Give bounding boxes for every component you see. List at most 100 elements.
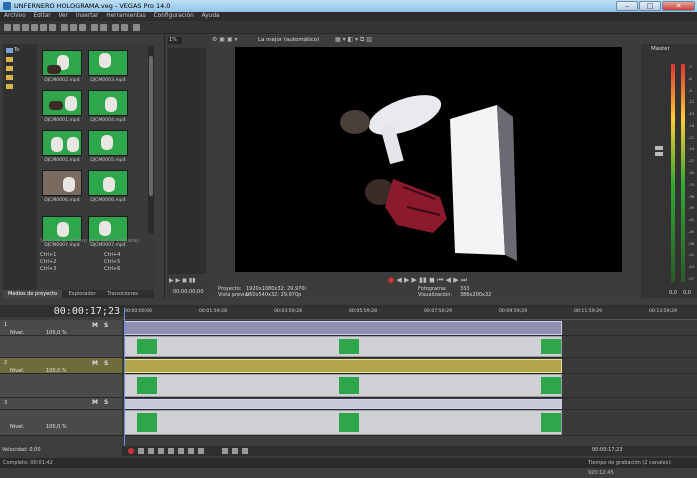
paste-icon[interactable] [79, 24, 86, 31]
audio-clip-selected[interactable] [124, 359, 562, 373]
go-end-icon[interactable] [198, 448, 204, 454]
video-track-header-1[interactable] [0, 336, 122, 358]
trimmer-view[interactable] [168, 48, 206, 274]
redo-icon[interactable] [100, 24, 107, 31]
render-icon[interactable] [40, 24, 47, 31]
maximize-button[interactable]: □ [639, 1, 661, 11]
project-root-icon[interactable] [6, 48, 13, 53]
video-track-header-3[interactable]: Nivel: 100,0 % [0, 410, 122, 436]
master-fader-right[interactable] [655, 152, 663, 156]
audio-lane-3[interactable] [122, 398, 697, 410]
preview-video-frame[interactable] [235, 47, 622, 272]
new-project-icon[interactable] [4, 24, 11, 31]
media-thumbnail[interactable] [42, 50, 82, 76]
play-icon[interactable] [158, 448, 164, 454]
menu-ver[interactable]: Ver [59, 13, 68, 19]
tab-transitions[interactable]: Transiciones [102, 290, 143, 298]
undo-icon[interactable] [91, 24, 98, 31]
folder-icon[interactable] [6, 57, 13, 62]
menu-ayuda[interactable]: Ayuda [202, 13, 220, 19]
folder-icon[interactable] [6, 84, 13, 89]
play-from-start-icon[interactable] [148, 448, 154, 454]
folder-icon[interactable] [6, 75, 13, 80]
cut-icon[interactable] [61, 24, 68, 31]
media-thumbnail[interactable] [88, 130, 128, 156]
enable-snapping-icon[interactable] [112, 24, 119, 31]
shortcut-ctrl1: Ctrl+1 [40, 252, 57, 258]
preview-transport-icons[interactable]: ● ◀ ▶ ▶ ▮▮ ◼ ⏮ ◀ ▶ ⏭ [388, 276, 467, 285]
copy-icon[interactable] [70, 24, 77, 31]
video-clip[interactable] [124, 336, 562, 357]
tree-root-label[interactable]: To [14, 47, 19, 53]
record-icon[interactable] [128, 448, 134, 454]
trimmer-zoom[interactable]: 1% [168, 37, 182, 44]
media-filename: DJCM0002.mp4 [44, 78, 80, 83]
meter-scale-label: -57 [688, 276, 695, 281]
shortcut-ctrl2: Ctrl+2 [40, 259, 57, 265]
media-filename: DJCM0006.mp4 [44, 198, 80, 203]
minimize-button[interactable]: – [616, 1, 638, 11]
media-thumbnail[interactable] [88, 90, 128, 116]
save-as-icon[interactable] [31, 24, 38, 31]
trimmer-transport-icons[interactable]: ▶ ▶ ◼ ▮▮ [169, 277, 196, 284]
mute-button[interactable]: M [92, 360, 98, 367]
video-lane-3[interactable] [122, 410, 697, 436]
media-thumbnail[interactable] [42, 90, 82, 116]
normal-edit-tool-icon[interactable] [222, 448, 228, 454]
video-clip[interactable] [124, 410, 562, 435]
open-icon[interactable] [13, 24, 20, 31]
video-lane-1[interactable] [122, 336, 697, 358]
media-thumbnail[interactable] [88, 170, 128, 196]
pause-icon[interactable] [168, 448, 174, 454]
auto-ripple-icon[interactable] [121, 24, 128, 31]
go-start-icon[interactable] [188, 448, 194, 454]
stop-icon[interactable] [178, 448, 184, 454]
menu-herramientas[interactable]: Herramientas [106, 13, 146, 19]
media-thumbnail[interactable] [88, 50, 128, 76]
media-filename: DJCM0004.mp4 [90, 118, 126, 123]
track-header-2[interactable]: 2 M S Nivel: 100,0 % [0, 358, 122, 374]
loop-icon[interactable] [138, 448, 144, 454]
master-bus-pane: Master -3 -6 -9 -12 -15 -18 -21 -24 -27 -30 -33 -36… [641, 44, 697, 298]
mute-button[interactable]: M [92, 322, 98, 329]
selection-tool-icon[interactable] [242, 448, 248, 454]
audio-clip[interactable] [124, 321, 562, 335]
audio-clip[interactable] [124, 399, 562, 409]
solo-button[interactable]: S [104, 360, 108, 367]
tab-project-media[interactable]: Medios de proyecto [3, 290, 63, 298]
playhead-cursor[interactable] [124, 308, 125, 446]
solo-button[interactable]: S [104, 399, 108, 406]
media-thumbnail[interactable] [42, 170, 82, 196]
menu-configuracion[interactable]: Configuración [154, 13, 194, 19]
meter-scale-label: -54 [688, 264, 695, 270]
preview-settings-icon[interactable]: ⚙ ▣ ▣ ▾ [212, 36, 237, 43]
master-fader-left[interactable] [655, 146, 663, 150]
media-scrollbar[interactable] [148, 46, 154, 234]
video-lane-2[interactable] [122, 374, 697, 398]
master-label: Master [651, 46, 670, 52]
track-number: 2 [4, 360, 8, 366]
menu-editar[interactable]: Editar [34, 13, 51, 19]
audio-lane-2[interactable] [122, 358, 697, 374]
save-icon[interactable] [22, 24, 29, 31]
help-icon[interactable] [133, 24, 140, 31]
properties-icon[interactable] [49, 24, 56, 31]
split-screen-icon[interactable]: ▦ ▾ ◧ ▾ ⧉ ▥ [335, 36, 372, 44]
close-button[interactable]: ✕ [662, 1, 695, 11]
preview-info-label: Vista previa: [218, 292, 250, 298]
media-thumbnail[interactable] [42, 130, 82, 156]
preview-quality-select[interactable]: La mejor (automático) [258, 37, 319, 43]
timeline-ruler[interactable]: 00:00:00;00 00:01:59;28 00:03:59;28 00:05:5… [122, 308, 697, 320]
folder-icon[interactable] [6, 66, 13, 71]
video-clip[interactable] [124, 374, 562, 397]
tab-explorer[interactable]: Explorador [64, 290, 101, 298]
track-header-1[interactable]: 1 M S Nivel: 100,0 % [0, 320, 122, 336]
menu-archivo[interactable]: Archivo [4, 13, 26, 19]
menu-insertar[interactable]: Insertar [76, 13, 99, 19]
mute-button[interactable]: M [92, 399, 98, 406]
solo-button[interactable]: S [104, 322, 108, 329]
video-track-header-2[interactable] [0, 374, 122, 398]
audio-lane-1[interactable] [122, 320, 697, 336]
envelope-tool-icon[interactable] [232, 448, 238, 454]
track-header-3[interactable]: 3 M S [0, 398, 122, 410]
